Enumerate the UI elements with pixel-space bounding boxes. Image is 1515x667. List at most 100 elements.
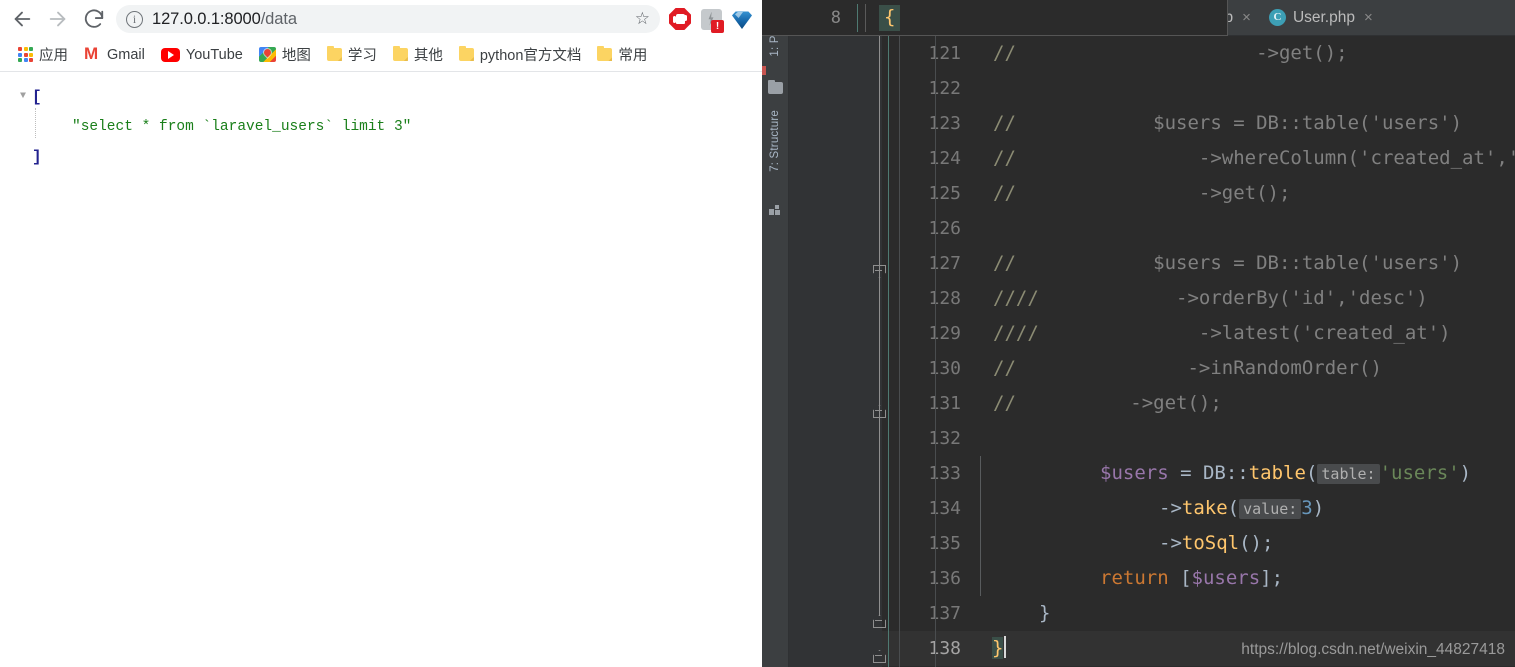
fold-region-line <box>879 36 880 616</box>
code-line: 126 <box>882 211 1515 246</box>
bookmark-label: Gmail <box>107 46 145 63</box>
json-viewer: ▼ [ "select * from `laravel_users` limit… <box>0 82 762 172</box>
tab-user-php[interactable]: C User.php × <box>1260 0 1382 36</box>
line-number: 133 <box>928 463 961 484</box>
code-line: 135 ->toSql(); <box>882 526 1515 561</box>
tab-label: User.php <box>1292 8 1355 26</box>
forward-button[interactable] <box>40 1 76 37</box>
fold-marker-close[interactable] <box>873 615 886 628</box>
back-arrow-icon <box>14 11 31 27</box>
paren-semicolon: (); <box>1239 532 1274 554</box>
line-comment-slashes: // <box>993 182 1016 204</box>
code-line: 133 $users = DB::table(table:'users') <box>882 456 1515 491</box>
fold-marker-open[interactable] <box>873 265 886 278</box>
back-button[interactable] <box>4 1 40 37</box>
line-comment-slashes: // <box>993 147 1016 169</box>
bookmark-folder-common[interactable]: 常用 <box>589 41 655 68</box>
error-stripe-marker <box>762 66 766 75</box>
site-info-icon[interactable]: i <box>126 10 143 28</box>
line-number: 134 <box>928 498 961 519</box>
fold-marker-close[interactable] <box>873 650 886 663</box>
bookmark-label: YouTube <box>185 46 243 63</box>
php-method: table <box>1248 462 1306 484</box>
bookmark-star-icon[interactable]: ☆ <box>627 9 650 29</box>
line-code: ->orderBy('id','desc') <box>1038 287 1428 309</box>
sticky-scroll-header[interactable]: 8 { <box>762 0 1228 36</box>
close-icon[interactable]: × <box>1364 9 1373 26</box>
bookmark-label: 其他 <box>413 48 443 64</box>
bookmarks-bar: 应用 Gmail YouTube 地图 学习 其他 <box>0 38 762 72</box>
line-number: 124 <box>928 148 961 169</box>
json-open-bracket: [ <box>32 88 42 106</box>
line-code: $users = DB::table(table:'users') <box>1100 456 1471 492</box>
code-line: 131 // ->get(); <box>882 386 1515 421</box>
bookmark-folder-other[interactable]: 其他 <box>385 41 451 68</box>
line-code: ->toSql(); <box>1159 526 1273 561</box>
line-code: } <box>992 631 1007 666</box>
fold-marker-close[interactable] <box>873 405 886 418</box>
ide-window: 1: Project 7: Structure ase.php × C User… <box>762 0 1515 667</box>
sidebar-item-structure[interactable]: 7: Structure <box>769 110 781 172</box>
folder-icon <box>597 46 613 61</box>
php-method: take <box>1181 497 1228 519</box>
url-host: 127.0.0.1:8000 <box>152 9 261 28</box>
bookmark-folder-pythondocs[interactable]: python官方文档 <box>451 41 590 68</box>
indent-guide-3 <box>980 456 981 596</box>
bracket-close: ]; <box>1260 567 1284 589</box>
squares-icon[interactable] <box>769 203 782 215</box>
line-code: ->inRandomOrder() <box>1015 357 1382 379</box>
json-indent-guide <box>35 108 36 138</box>
address-bar[interactable]: i 127.0.0.1:8000/data ☆ <box>116 5 660 33</box>
code-line: 136 return [$users]; <box>882 561 1515 596</box>
forward-arrow-icon <box>49 11 66 27</box>
editor-gutter[interactable] <box>789 36 882 667</box>
reload-button[interactable] <box>76 1 112 37</box>
bookmark-label: python官方文档 <box>479 48 582 64</box>
arrow-operator: -> <box>1159 497 1182 519</box>
code-line: 132 <box>882 421 1515 456</box>
line-comment-slashes: //// <box>993 322 1039 344</box>
json-row-close: ] <box>14 142 762 172</box>
folder-icon <box>458 46 474 61</box>
collapse-triangle-icon[interactable]: ▼ <box>14 82 32 112</box>
bookmark-apps[interactable]: 应用 <box>10 41 76 68</box>
code-line: 124 // ->whereColumn('created_at','>' <box>882 141 1515 176</box>
bookmark-folder-study[interactable]: 学习 <box>319 41 385 68</box>
diamond-extension-icon[interactable] <box>728 5 756 33</box>
bookmark-gmail[interactable]: Gmail <box>76 44 153 66</box>
php-variable: $users <box>1100 462 1169 484</box>
folder-icon <box>392 46 408 61</box>
address-bar-text: 127.0.0.1:8000/data <box>152 10 297 29</box>
code-line: 122 <box>882 71 1515 106</box>
line-number: 131 <box>928 393 961 414</box>
line-number: 123 <box>928 113 961 134</box>
sticky-brace-text: { <box>879 4 901 31</box>
bookmark-maps[interactable]: 地图 <box>251 41 319 68</box>
line-code: } <box>1039 596 1050 631</box>
line-number: 126 <box>928 218 961 239</box>
code-line: 121 // ->get(); <box>882 36 1515 71</box>
folder-icon[interactable] <box>768 80 783 94</box>
gmail-icon <box>84 45 101 62</box>
line-number: 137 <box>928 603 961 624</box>
code-line: 128 //// ->orderBy('id','desc') <box>882 281 1515 316</box>
line-number: 129 <box>928 323 961 344</box>
code-lines-container: 121 // ->get(); 122 123 // $users = DB::… <box>882 36 1515 667</box>
line-comment-slashes: // <box>993 42 1016 64</box>
ide-tool-window-bar: 1: Project 7: Structure <box>762 0 789 667</box>
json-row-value: "select * from `laravel_users` limit 3" <box>14 112 762 142</box>
indent-guide-1 <box>899 36 900 667</box>
closing-brace-highlighted: } <box>992 637 1004 659</box>
adblock-extension-icon[interactable] <box>666 5 694 33</box>
line-number: 127 <box>928 253 961 274</box>
indent-guide-active <box>888 36 889 667</box>
line-number: 130 <box>928 358 961 379</box>
code-editor[interactable]: 121 // ->get(); 122 123 // $users = DB::… <box>789 36 1515 667</box>
sticky-indent-bars <box>855 0 875 36</box>
bookmark-youtube[interactable]: YouTube <box>153 44 251 66</box>
bolt-extension-icon[interactable]: ! <box>697 5 725 33</box>
code-line: 123 // $users = DB::table('users') <box>882 106 1515 141</box>
close-icon[interactable]: × <box>1242 9 1251 26</box>
url-path: /data <box>260 9 297 28</box>
operator: = <box>1168 462 1203 484</box>
